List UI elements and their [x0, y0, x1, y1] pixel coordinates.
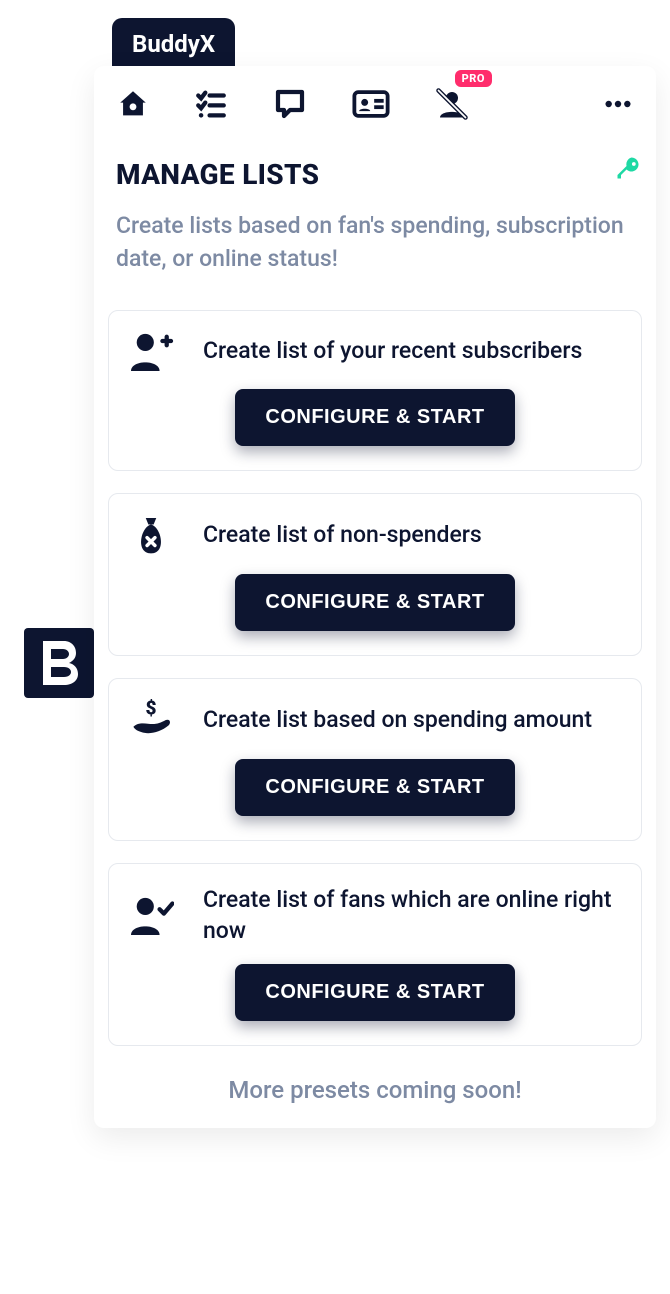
configure-start-button[interactable]: CONFIGURE & START: [235, 574, 514, 631]
letter-b-icon: [38, 638, 80, 688]
user-off-icon[interactable]: PRO: [434, 86, 470, 122]
card-label: Create list of non-spenders: [203, 519, 482, 550]
pro-badge: PRO: [455, 70, 492, 87]
card-label: Create list based on spending amount: [203, 704, 592, 735]
hand-dollar-icon: $: [127, 699, 175, 741]
page-title: MANAGE LISTS: [116, 140, 634, 191]
configure-start-button[interactable]: CONFIGURE & START: [235, 389, 514, 446]
card-label: Create list of fans which are online rig…: [203, 884, 623, 946]
card-recent-subscribers: Create list of your recent subscribers C…: [108, 310, 642, 471]
card-spending-amount: $ Create list based on spending amount C…: [108, 678, 642, 841]
card-label: Create list of your recent subscribers: [203, 335, 582, 366]
configure-start-button[interactable]: CONFIGURE & START: [235, 964, 514, 1021]
app-tab[interactable]: BuddyX: [112, 18, 235, 70]
card-non-spenders: Create list of non-spenders CONFIGURE & …: [108, 493, 642, 656]
user-plus-icon: [127, 331, 175, 371]
nav-left: PRO: [116, 86, 470, 122]
checklist-icon[interactable]: [194, 87, 228, 121]
page-subtitle: Create lists based on fan's spending, su…: [116, 209, 634, 276]
main-panel: PRO MANAGE LISTS Create lists based on f…: [94, 66, 656, 1128]
card-list: Create list of your recent subscribers C…: [94, 276, 656, 1046]
id-card-icon[interactable]: [352, 89, 390, 119]
card-online-now: Create list of fans which are online rig…: [108, 863, 642, 1046]
app-tab-label: BuddyX: [132, 30, 215, 58]
footer-text: More presets coming soon!: [94, 1076, 656, 1104]
brand-square-logo: [24, 628, 94, 698]
more-icon[interactable]: [602, 88, 634, 120]
key-icon[interactable]: [614, 154, 642, 186]
nav-bar: PRO: [94, 66, 656, 134]
user-check-icon: [127, 895, 175, 935]
home-icon[interactable]: [116, 87, 150, 121]
chat-icon[interactable]: [272, 86, 308, 122]
configure-start-button[interactable]: CONFIGURE & START: [235, 759, 514, 816]
svg-text:$: $: [146, 699, 157, 720]
money-bag-x-icon: [127, 514, 175, 556]
section-header: MANAGE LISTS Create lists based on fan's…: [94, 134, 656, 276]
